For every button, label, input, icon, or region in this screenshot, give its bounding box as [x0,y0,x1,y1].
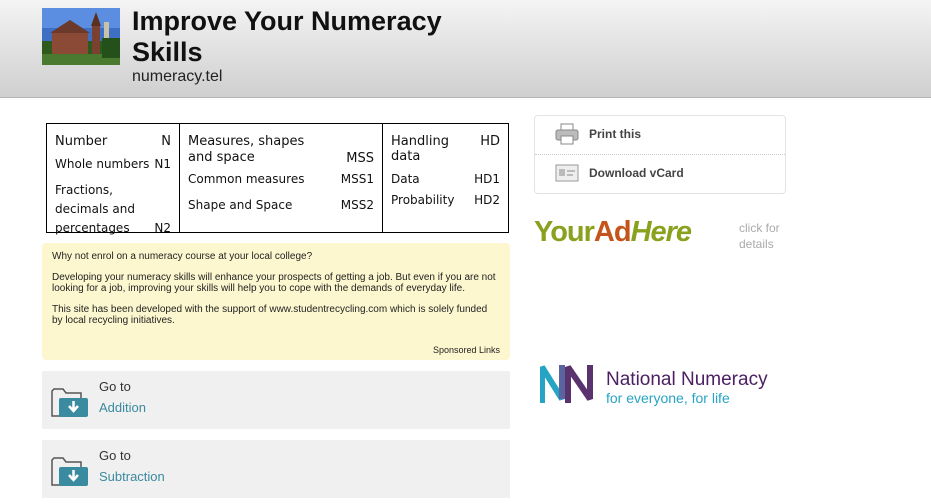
curriculum-codes-table: Number N Whole numbers N1 Fractions, decim… [46,123,509,235]
goto-addition-card[interactable]: Go to Addition [42,371,510,429]
nn-logo-icon [539,365,593,403]
folder-download-icon [51,388,88,417]
nn-name: National Numeracy [606,369,768,390]
goto-subtraction-card[interactable]: Go to Subtraction [42,440,510,498]
column-heading: Number [55,134,108,149]
column-heading: Measures, shapes and space [188,134,305,165]
site-logo[interactable] [42,8,120,65]
topic-code: MSS1 [340,172,374,186]
topic-label: Shape and Space [188,198,293,212]
print-label: Print this [589,127,642,141]
notice-paragraph: This site has been developed with the su… [52,303,488,327]
topic-label: Data [391,172,420,186]
measures-column: Measures, shapes and space MSS Common mea… [180,124,383,232]
sponsored-links-link[interactable]: Sponsored Links [433,345,500,357]
national-numeracy-logo[interactable]: National Numeracy for everyone, for life [539,363,785,408]
vcard-label: Download vCard [589,166,684,180]
notice-paragraph: Developing your numeracy skills will enh… [52,271,496,295]
notice-line: Why not enrol on a numeracy course at yo… [52,251,313,262]
church-photo-icon [42,8,120,65]
goto-label: Go to [99,448,131,463]
vcard-icon [555,164,579,182]
goto-label: Go to [99,379,131,394]
topic-label: Whole numbers [55,157,150,171]
nn-tagline: for everyone, for life [606,390,730,406]
column-code: N [161,134,171,149]
site-header: Improve Your Numeracy Skills numeracy.te… [0,0,931,98]
page-title: Improve Your Numeracy Skills [132,6,442,67]
your-ad-here-banner[interactable]: YourAdHere click for details [534,216,786,256]
sponsored-notice: Why not enrol on a numeracy course at yo… [42,243,510,360]
ad-logo-text: YourAdHere [534,216,692,248]
topic-label: Probability [391,193,455,207]
topic-label: Fractions, decimals and percentages [55,183,135,235]
download-vcard-button[interactable]: Download vCard [535,155,785,193]
actions-panel: Print this Download vCard [534,115,786,194]
topic-code: N2 [154,221,171,235]
column-code: HD [480,134,500,149]
topic-label: Common measures [188,172,305,186]
topic-code: MSS2 [340,198,374,212]
topic-code: HD2 [474,193,500,207]
handling-data-column: Handling data HD Data HD1 Probability HD2 [383,124,508,232]
subtraction-link[interactable]: Subtraction [99,469,165,484]
site-domain: numeracy.tel [132,68,223,85]
column-heading: Handling data [391,134,449,164]
printer-icon [555,123,579,145]
column-code: MSS [346,151,374,166]
number-column: Number N Whole numbers N1 Fractions, decim… [47,124,180,235]
topic-code: HD1 [474,172,500,186]
addition-link[interactable]: Addition [99,400,146,415]
folder-download-icon [51,457,88,486]
print-button[interactable]: Print this [535,116,785,155]
topic-code: N1 [154,157,171,171]
click-for-details-link[interactable]: click for details [739,220,789,252]
